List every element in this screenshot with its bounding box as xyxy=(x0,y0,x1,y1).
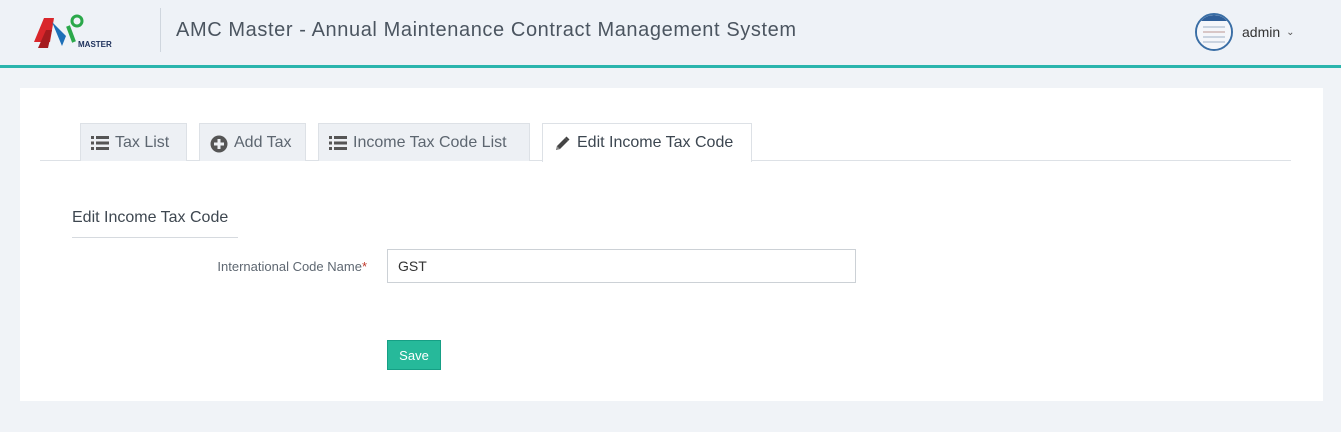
app-title: AMC Master - Annual Maintenance Contract… xyxy=(176,19,797,41)
user-avatar xyxy=(1195,13,1233,51)
tab-add-tax[interactable]: Add Tax xyxy=(199,123,306,161)
main-panel: Tax List Add Tax Income Tax Code List Ed… xyxy=(20,88,1323,401)
tab-edit-income-tax-code[interactable]: Edit Income Tax Code xyxy=(542,123,752,162)
code-name-label: International Code Name* xyxy=(120,259,367,274)
tab-label: Tax List xyxy=(115,133,170,151)
section-title: Edit Income Tax Code xyxy=(72,209,229,226)
pencil-icon xyxy=(553,135,571,151)
required-mark: * xyxy=(361,259,367,274)
code-name-label-text: International Code Name xyxy=(217,259,362,274)
app-logo[interactable]: MASTER xyxy=(30,12,120,56)
tab-bar: Tax List Add Tax Income Tax Code List Ed… xyxy=(40,123,1291,162)
section-divider xyxy=(72,237,238,238)
logo-sub-text: MASTER xyxy=(78,40,112,49)
list-icon xyxy=(91,135,109,151)
user-menu[interactable]: admin ⌄ xyxy=(1195,13,1295,51)
tab-label: Income Tax Code List xyxy=(353,133,507,151)
tab-tax-list[interactable]: Tax List xyxy=(80,123,187,161)
plus-circle-icon xyxy=(210,135,228,152)
header-divider xyxy=(160,8,161,52)
save-button[interactable]: Save xyxy=(387,340,441,370)
chevron-down-icon: ⌄ xyxy=(1286,26,1295,38)
user-name: admin xyxy=(1242,24,1281,40)
top-navbar: MASTER AMC Master - Annual Maintenance C… xyxy=(0,0,1341,68)
tab-label: Add Tax xyxy=(234,133,292,151)
tab-income-tax-code-list[interactable]: Income Tax Code List xyxy=(318,123,530,161)
tab-label: Edit Income Tax Code xyxy=(577,134,734,151)
list-icon xyxy=(329,135,347,151)
code-name-input[interactable] xyxy=(387,249,856,283)
